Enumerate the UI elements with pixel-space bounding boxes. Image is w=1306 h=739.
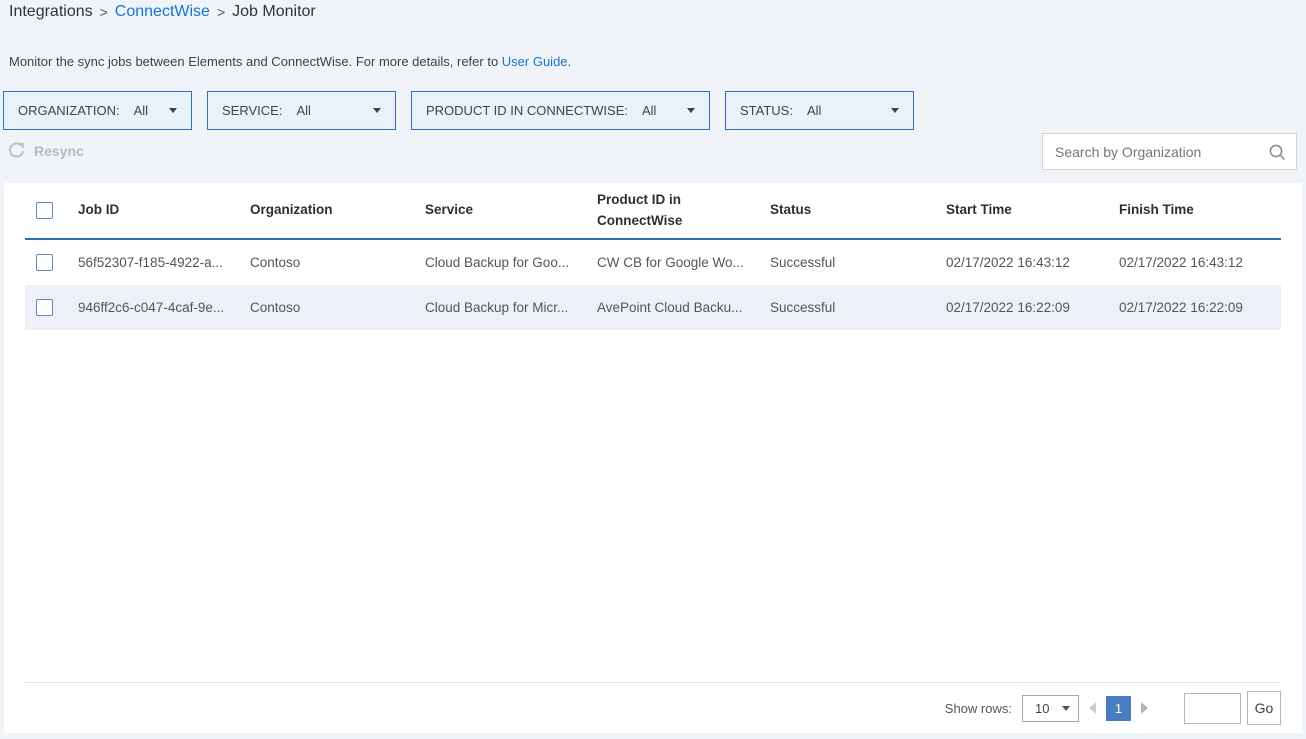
service-filter-label: SERVICE: bbox=[222, 103, 282, 118]
page-description-suffix: . bbox=[568, 54, 572, 69]
resync-button[interactable]: Resync bbox=[8, 142, 84, 159]
chevron-down-icon bbox=[687, 108, 695, 113]
go-button[interactable]: Go bbox=[1247, 691, 1281, 725]
organization-filter-dropdown[interactable]: ORGANIZATION: All bbox=[3, 91, 192, 130]
table-row: 946ff2c6-c047-4caf-9e... Contoso Cloud B… bbox=[25, 285, 1281, 330]
cell-job-id: 56f52307-f185-4922-a... bbox=[78, 255, 250, 270]
status-filter-value: All bbox=[807, 103, 821, 118]
cell-product-id: CW CB for Google Wo... bbox=[597, 255, 770, 270]
select-all-cell bbox=[25, 202, 78, 219]
job-monitor-card: Job ID Organization Service Product ID i… bbox=[4, 183, 1302, 733]
current-page-button[interactable]: 1 bbox=[1106, 696, 1131, 721]
service-filter-value: All bbox=[296, 103, 310, 118]
search-icon[interactable] bbox=[1268, 143, 1286, 161]
breadcrumb-separator: > bbox=[100, 4, 108, 20]
breadcrumb-job-monitor: Job Monitor bbox=[232, 3, 316, 21]
breadcrumb-integrations: Integrations bbox=[9, 3, 93, 21]
organization-filter-value: All bbox=[134, 103, 148, 118]
breadcrumb-connectwise-link[interactable]: ConnectWise bbox=[115, 3, 210, 21]
cell-organization: Contoso bbox=[250, 255, 425, 270]
cell-finish-time: 02/17/2022 16:43:12 bbox=[1119, 255, 1281, 270]
cell-status: Successful bbox=[770, 300, 946, 315]
refresh-icon bbox=[8, 142, 25, 159]
next-page-button[interactable] bbox=[1141, 702, 1148, 714]
page-number-input[interactable] bbox=[1184, 693, 1241, 724]
rows-per-page-value: 10 bbox=[1035, 701, 1049, 716]
filter-bar: ORGANIZATION: All SERVICE: All PRODUCT I… bbox=[3, 91, 914, 130]
breadcrumb-separator: > bbox=[217, 4, 225, 20]
column-header-organization: Organization bbox=[250, 200, 425, 220]
product-id-filter-value: All bbox=[642, 103, 656, 118]
row-select-cell bbox=[25, 299, 78, 316]
chevron-down-icon bbox=[891, 108, 899, 113]
cell-service: Cloud Backup for Goo... bbox=[425, 255, 597, 270]
select-all-checkbox[interactable] bbox=[36, 202, 53, 219]
cell-start-time: 02/17/2022 16:43:12 bbox=[946, 255, 1119, 270]
service-filter-dropdown[interactable]: SERVICE: All bbox=[207, 91, 396, 130]
chevron-down-icon bbox=[373, 108, 381, 113]
page-description-text: Monitor the sync jobs between Elements a… bbox=[9, 54, 502, 69]
column-header-finish-time: Finish Time bbox=[1119, 200, 1281, 220]
row-checkbox[interactable] bbox=[36, 299, 53, 316]
column-header-status: Status bbox=[770, 200, 946, 220]
column-header-start-time: Start Time bbox=[946, 200, 1119, 220]
cell-organization: Contoso bbox=[250, 300, 425, 315]
status-filter-label: STATUS: bbox=[740, 103, 793, 118]
column-header-service: Service bbox=[425, 200, 597, 220]
organization-filter-label: ORGANIZATION: bbox=[18, 103, 120, 118]
resync-button-label: Resync bbox=[34, 143, 84, 159]
cell-start-time: 02/17/2022 16:22:09 bbox=[946, 300, 1119, 315]
search-box bbox=[1042, 133, 1297, 170]
rows-per-page-dropdown[interactable]: 10 bbox=[1022, 695, 1079, 722]
cell-job-id: 946ff2c6-c047-4caf-9e... bbox=[78, 300, 250, 315]
page-description: Monitor the sync jobs between Elements a… bbox=[9, 54, 571, 69]
cell-finish-time: 02/17/2022 16:22:09 bbox=[1119, 300, 1281, 315]
breadcrumb: Integrations > ConnectWise > Job Monitor bbox=[9, 3, 316, 21]
table-header-row: Job ID Organization Service Product ID i… bbox=[25, 183, 1281, 240]
cell-status: Successful bbox=[770, 255, 946, 270]
chevron-down-icon bbox=[1062, 706, 1070, 711]
chevron-down-icon bbox=[169, 108, 177, 113]
previous-page-button[interactable] bbox=[1089, 702, 1096, 714]
cell-service: Cloud Backup for Micr... bbox=[425, 300, 597, 315]
jobs-table: Job ID Organization Service Product ID i… bbox=[4, 183, 1302, 330]
cell-product-id: AvePoint Cloud Backu... bbox=[597, 300, 770, 315]
product-id-filter-label: PRODUCT ID IN CONNECTWISE: bbox=[426, 103, 628, 118]
table-row: 56f52307-f185-4922-a... Contoso Cloud Ba… bbox=[25, 240, 1281, 285]
pagination-bar: Show rows: 10 1 Go bbox=[25, 682, 1281, 733]
search-input[interactable] bbox=[1043, 144, 1268, 160]
row-checkbox[interactable] bbox=[36, 254, 53, 271]
user-guide-link[interactable]: User Guide bbox=[502, 54, 568, 69]
product-id-filter-dropdown[interactable]: PRODUCT ID IN CONNECTWISE: All bbox=[411, 91, 710, 130]
column-header-job-id: Job ID bbox=[78, 200, 250, 220]
show-rows-label: Show rows: bbox=[945, 701, 1012, 716]
column-header-product-id: Product ID in ConnectWise bbox=[597, 190, 770, 231]
row-select-cell bbox=[25, 254, 78, 271]
status-filter-dropdown[interactable]: STATUS: All bbox=[725, 91, 914, 130]
